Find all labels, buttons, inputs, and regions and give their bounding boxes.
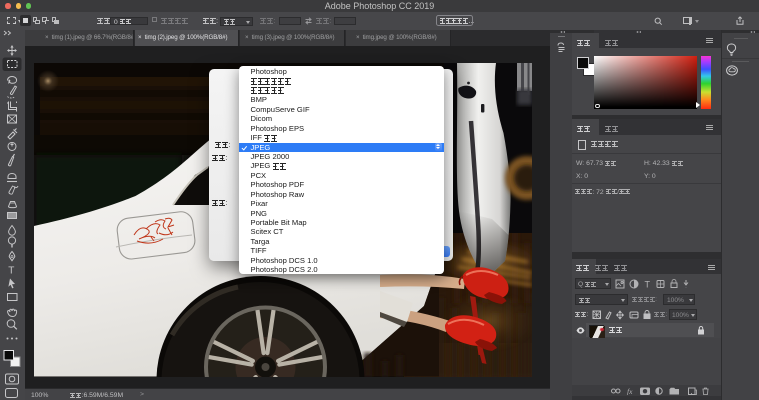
svg-text:T: T bbox=[645, 280, 651, 290]
svg-text:T: T bbox=[8, 265, 14, 276]
svg-text:fx: fx bbox=[627, 387, 633, 395]
